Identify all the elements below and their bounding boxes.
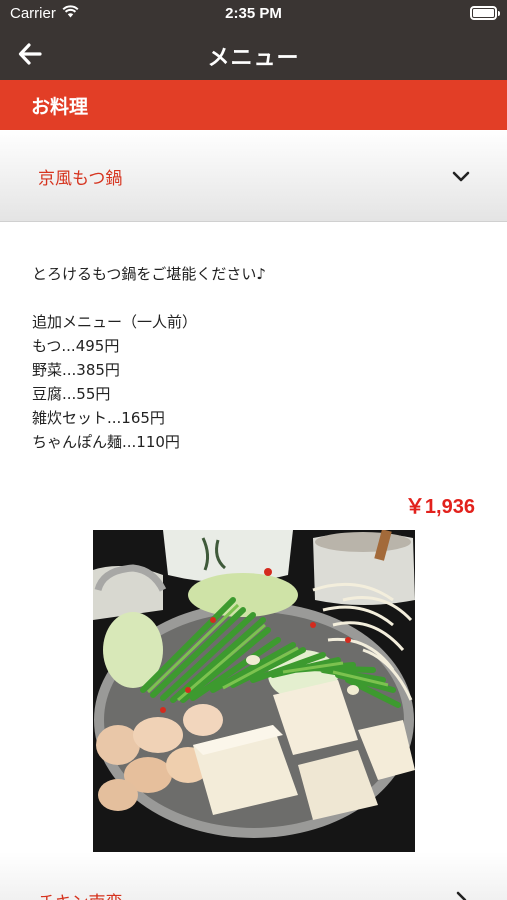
menu-item-row[interactable]: チキン南蛮 — [0, 852, 507, 900]
description-line: 野菜...385円 — [32, 361, 120, 379]
status-bar: Carrier 2:35 PM — [0, 0, 507, 28]
description-line: ちゃんぽん麺...110円 — [32, 433, 180, 451]
description-line: 雑炊セット...165円 — [32, 409, 165, 427]
status-time: 2:35 PM — [225, 5, 282, 22]
menu-item-name: 京風もつ鍋 — [38, 169, 123, 189]
description-line: もつ...495円 — [32, 337, 120, 355]
page-title: メニュー — [207, 46, 300, 71]
description-line: 追加メニュー（一人前） — [32, 313, 198, 331]
section-header: お料理 — [0, 80, 507, 130]
chevron-down-icon — [452, 171, 470, 182]
menu-item-row[interactable]: 京風もつ鍋 — [0, 130, 507, 222]
navigation-bar: メニュー — [0, 28, 507, 80]
menu-item-name: チキン南蛮 — [38, 888, 123, 900]
section-title: お料理 — [31, 96, 89, 118]
motsunabe-illustration — [93, 530, 415, 852]
menu-item-price: ￥1,936 — [404, 496, 475, 518]
battery-icon — [470, 6, 500, 20]
menu-item-photo — [93, 530, 415, 852]
description-line: 豆腐...55円 — [32, 385, 111, 403]
description-line: とろけるもつ鍋をご堪能ください♪ — [32, 265, 266, 283]
menu-item-details: とろけるもつ鍋をご堪能ください♪ 追加メニュー（一人前） もつ...495円 野… — [32, 262, 477, 454]
chevron-right-icon — [456, 891, 467, 900]
